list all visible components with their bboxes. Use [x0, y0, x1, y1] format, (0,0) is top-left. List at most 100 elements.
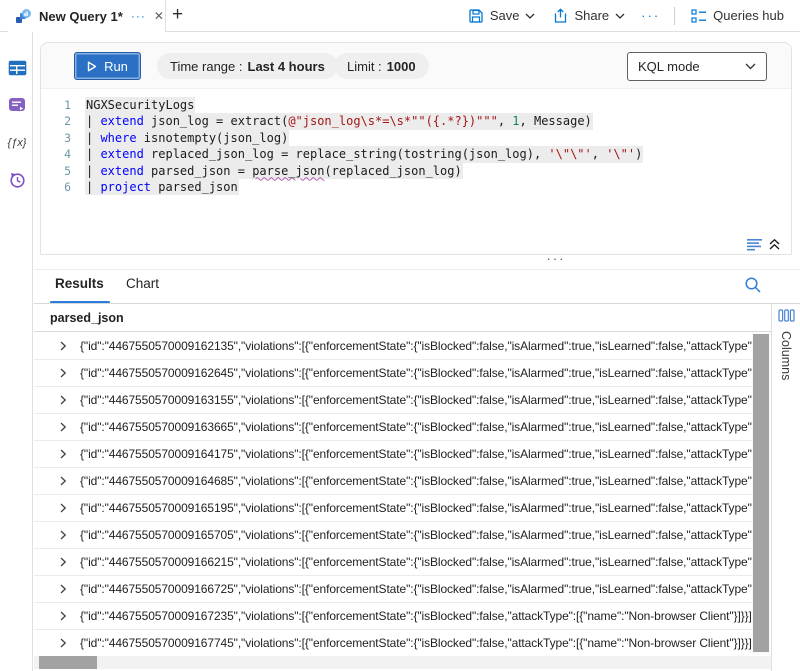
tab-bar: New Query 1* ··· ✕ + Save Shar — [0, 0, 800, 32]
query-mode-value: KQL mode — [638, 59, 700, 74]
table-row[interactable]: {"id":"4467550570009162645","violations"… — [34, 360, 752, 387]
run-button[interactable]: Run — [74, 52, 141, 80]
code-text: | where isnotempty(json_log) — [85, 130, 289, 146]
line-number: 6 — [41, 179, 71, 195]
table-row[interactable]: {"id":"4467550570009166725","violations"… — [34, 576, 752, 603]
time-range-value: Last 4 hours — [248, 59, 325, 74]
sidebar-history-icon[interactable] — [7, 170, 27, 190]
tab-overflow-icon[interactable]: ··· — [131, 9, 146, 23]
sidebar-functions-icon[interactable]: {ƒx} — [7, 133, 27, 153]
table-row[interactable]: {"id":"4467550570009165195","violations"… — [34, 495, 752, 522]
row-json-value: {"id":"4467550570009163155","violations"… — [80, 393, 752, 407]
time-range-label: Time range : — [170, 59, 243, 74]
share-chevron-down-icon — [615, 13, 625, 19]
code-text: NGXSecurityLogs — [85, 97, 195, 113]
code-text: | extend parsed_json = parse_json(replac… — [85, 163, 463, 179]
share-button[interactable]: Share — [547, 8, 631, 24]
table-row[interactable]: {"id":"4467550570009164175","violations"… — [34, 441, 752, 468]
column-header-parsed-json[interactable]: parsed_json — [50, 311, 124, 325]
row-expander-chevron-icon[interactable] — [57, 394, 69, 406]
code-editor[interactable]: 1NGXSecurityLogs2 | extend json_log = ext… — [41, 89, 791, 254]
vertical-scrollbar[interactable] — [752, 333, 770, 655]
row-json-value: {"id":"4467550570009164685","violations"… — [80, 474, 752, 488]
query-mode-chevron-down-icon — [745, 63, 756, 70]
save-chevron-down-icon — [525, 13, 535, 19]
vertical-scrollbar-thumb[interactable] — [753, 334, 769, 652]
row-json-value: {"id":"4467550570009166215","violations"… — [80, 555, 752, 569]
line-number: 2 — [41, 113, 71, 129]
code-line[interactable]: 4 | extend replaced_json_log = replace_st… — [41, 146, 791, 162]
horizontal-scrollbar[interactable] — [34, 656, 771, 669]
table-row[interactable]: {"id":"4467550570009167745","violations"… — [34, 630, 752, 656]
row-expander-chevron-icon[interactable] — [57, 340, 69, 352]
results-grid: {"id":"4467550570009162135","violations"… — [34, 333, 752, 656]
query-mode-dropdown[interactable]: KQL mode — [627, 52, 767, 81]
code-text: | extend json_log = extract(@"json_log\s… — [85, 113, 593, 129]
row-expander-chevron-icon[interactable] — [57, 610, 69, 622]
queries-hub-button[interactable]: Queries hub — [685, 8, 790, 23]
code-text: | extend replaced_json_log = replace_str… — [85, 146, 643, 162]
columns-side-panel[interactable]: Columns — [771, 304, 800, 671]
table-row[interactable]: {"id":"4467550570009166215","violations"… — [34, 549, 752, 576]
line-number: 3 — [41, 130, 71, 146]
tab-chart[interactable]: Chart — [126, 276, 159, 291]
time-range-pill[interactable]: Time range : Last 4 hours — [157, 53, 338, 79]
tab-results[interactable]: Results — [55, 276, 104, 291]
share-label: Share — [574, 8, 609, 23]
more-actions-button[interactable]: ··· — [637, 8, 664, 23]
row-expander-chevron-icon[interactable] — [57, 529, 69, 541]
sidebar-query-icon[interactable] — [7, 95, 27, 115]
run-play-icon — [87, 61, 97, 72]
save-button[interactable]: Save — [462, 8, 542, 24]
tab-new-query-1[interactable]: New Query 1* ··· ✕ — [8, 0, 166, 32]
row-expander-chevron-icon[interactable] — [57, 367, 69, 379]
search-icon[interactable] — [744, 276, 762, 294]
horizontal-scrollbar-thumb[interactable] — [39, 656, 97, 669]
pane-splitter-handle[interactable]: ··· — [536, 251, 576, 266]
table-row[interactable]: {"id":"4467550570009162135","violations"… — [34, 333, 752, 360]
limit-pill[interactable]: Limit : 1000 — [334, 53, 429, 79]
format-lines-icon[interactable] — [746, 238, 763, 251]
code-line[interactable]: 1NGXSecurityLogs — [41, 97, 791, 113]
row-expander-chevron-icon[interactable] — [57, 475, 69, 487]
code-line[interactable]: 2 | extend json_log = extract(@"json_log\… — [41, 113, 791, 129]
run-label: Run — [104, 59, 128, 74]
query-editor-card: Run Time range : Last 4 hours Limit : 10… — [40, 42, 792, 255]
save-icon — [468, 8, 484, 24]
tab-close-icon[interactable]: ✕ — [154, 9, 164, 23]
query-toolbar: Run Time range : Last 4 hours Limit : 10… — [41, 43, 791, 89]
table-row[interactable]: {"id":"4467550570009163155","violations"… — [34, 387, 752, 414]
row-json-value: {"id":"4467550570009165195","violations"… — [80, 501, 752, 515]
row-expander-chevron-icon[interactable] — [57, 583, 69, 595]
line-number: 4 — [41, 146, 71, 162]
columns-panel-label: Columns — [779, 331, 793, 380]
row-json-value: {"id":"4467550570009162645","violations"… — [80, 366, 752, 380]
code-line[interactable]: 6 | project parsed_json — [41, 179, 791, 195]
sidebar-connections-table-icon[interactable] — [7, 58, 27, 78]
row-expander-chevron-icon[interactable] — [57, 448, 69, 460]
code-line[interactable]: 5| extend parsed_json = parse_json(repla… — [41, 163, 791, 179]
row-json-value: {"id":"4467550570009165705","violations"… — [80, 528, 752, 542]
table-row[interactable]: {"id":"4467550570009163665","violations"… — [34, 414, 752, 441]
columns-icon — [778, 309, 795, 322]
code-text: | project parsed_json — [85, 179, 239, 195]
code-line[interactable]: 3 | where isnotempty(json_log) — [41, 130, 791, 146]
results-tab-strip: Results Chart — [34, 270, 800, 304]
row-expander-chevron-icon[interactable] — [57, 421, 69, 433]
table-row[interactable]: {"id":"4467550570009167235","violations"… — [34, 603, 752, 630]
row-expander-chevron-icon[interactable] — [57, 637, 69, 649]
collapse-double-chevron-up-icon[interactable] — [768, 238, 781, 251]
share-icon — [553, 8, 568, 24]
row-json-value: {"id":"4467550570009163665","violations"… — [80, 420, 752, 434]
row-json-value: {"id":"4467550570009166725","violations"… — [80, 582, 752, 596]
tab-title: New Query 1* — [39, 9, 123, 24]
new-tab-button[interactable]: + — [172, 4, 183, 26]
table-row[interactable]: {"id":"4467550570009164685","violations"… — [34, 468, 752, 495]
table-row[interactable]: {"id":"4467550570009165705","violations"… — [34, 522, 752, 549]
row-expander-chevron-icon[interactable] — [57, 556, 69, 568]
queries-hub-label: Queries hub — [713, 8, 784, 23]
row-json-value: {"id":"4467550570009162135","violations"… — [80, 339, 752, 353]
row-expander-chevron-icon[interactable] — [57, 502, 69, 514]
topbar-separator — [674, 7, 675, 25]
results-grid-header[interactable]: parsed_json — [34, 304, 771, 332]
